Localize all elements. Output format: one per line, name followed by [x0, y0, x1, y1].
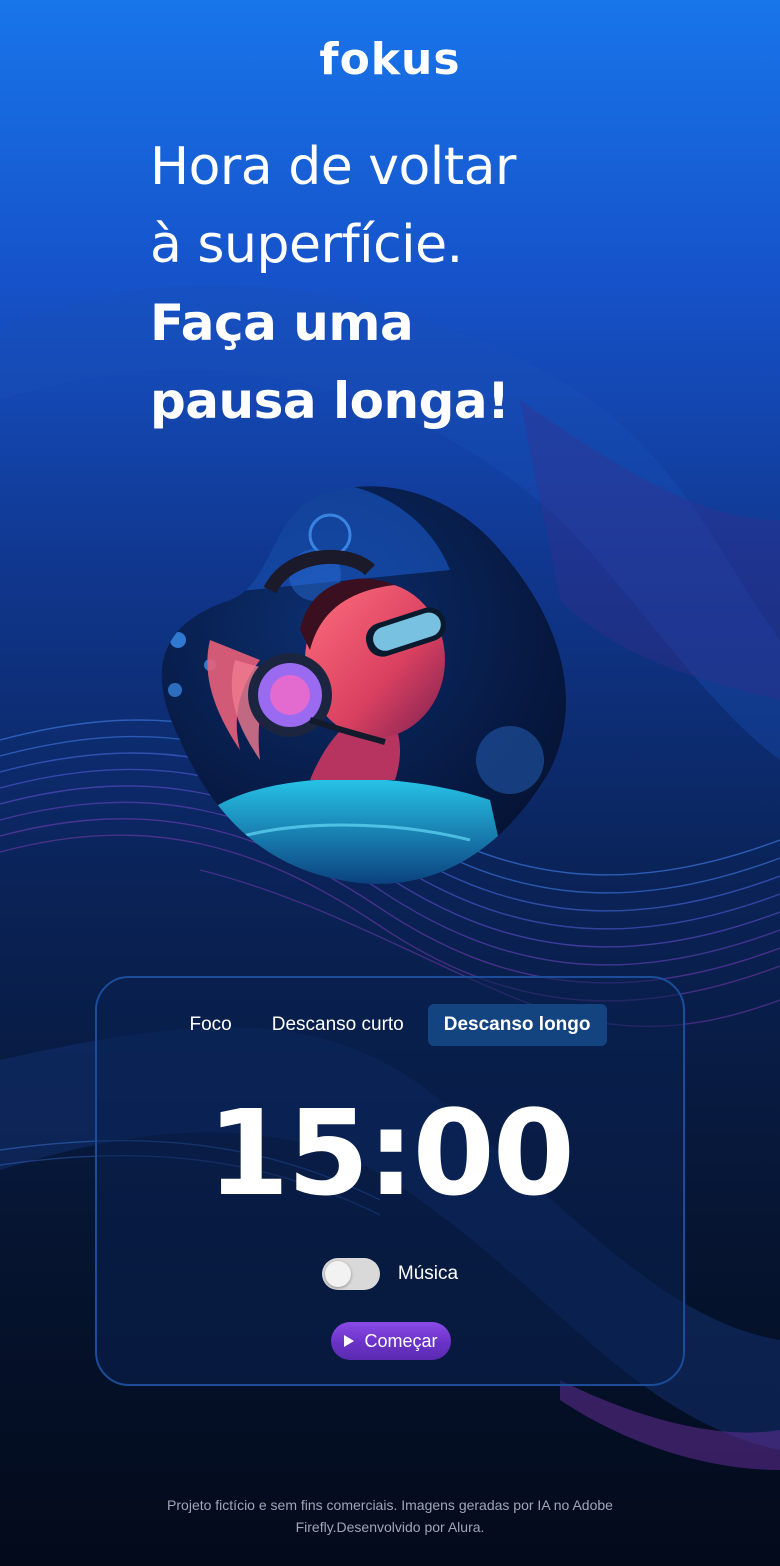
- diver-with-headphones-image: [161, 486, 566, 884]
- tab-descanso-curto[interactable]: Descanso curto: [256, 1004, 420, 1046]
- music-label: Música: [397, 1263, 459, 1284]
- timer-card: Foco Descanso curto Descanso longo 15:00…: [95, 976, 685, 1386]
- toggle-knob: [324, 1261, 351, 1287]
- footer-line-2: Firefly.Desenvolvido por Alura.: [295, 1519, 485, 1535]
- headline-line-4: pausa longa!: [150, 372, 510, 430]
- headline-line-2: à superfície.: [150, 215, 463, 275]
- headline-line-3: Faça uma: [150, 294, 414, 352]
- footer-line-1: Projeto fictício e sem fins comerciais. …: [167, 1497, 613, 1513]
- tab-foco[interactable]: Foco: [173, 1004, 247, 1046]
- fokus-logo: fokus: [319, 34, 461, 85]
- start-button-label: Começar: [364, 1330, 438, 1351]
- music-toggle-row: Música: [97, 1258, 683, 1290]
- mode-tabs: Foco Descanso curto Descanso longo: [97, 1004, 683, 1046]
- timer-display: 15:00: [207, 1084, 575, 1222]
- play-icon: [344, 1335, 355, 1347]
- footer-credits: Projeto fictício e sem fins comerciais. …: [90, 1494, 690, 1538]
- page-headline: Hora de voltar à superfície. Faça uma pa…: [150, 128, 710, 440]
- start-button[interactable]: Começar: [331, 1322, 451, 1360]
- tab-descanso-longo[interactable]: Descanso longo: [427, 1004, 607, 1046]
- music-toggle[interactable]: [321, 1258, 380, 1290]
- headline-line-1: Hora de voltar: [150, 137, 516, 197]
